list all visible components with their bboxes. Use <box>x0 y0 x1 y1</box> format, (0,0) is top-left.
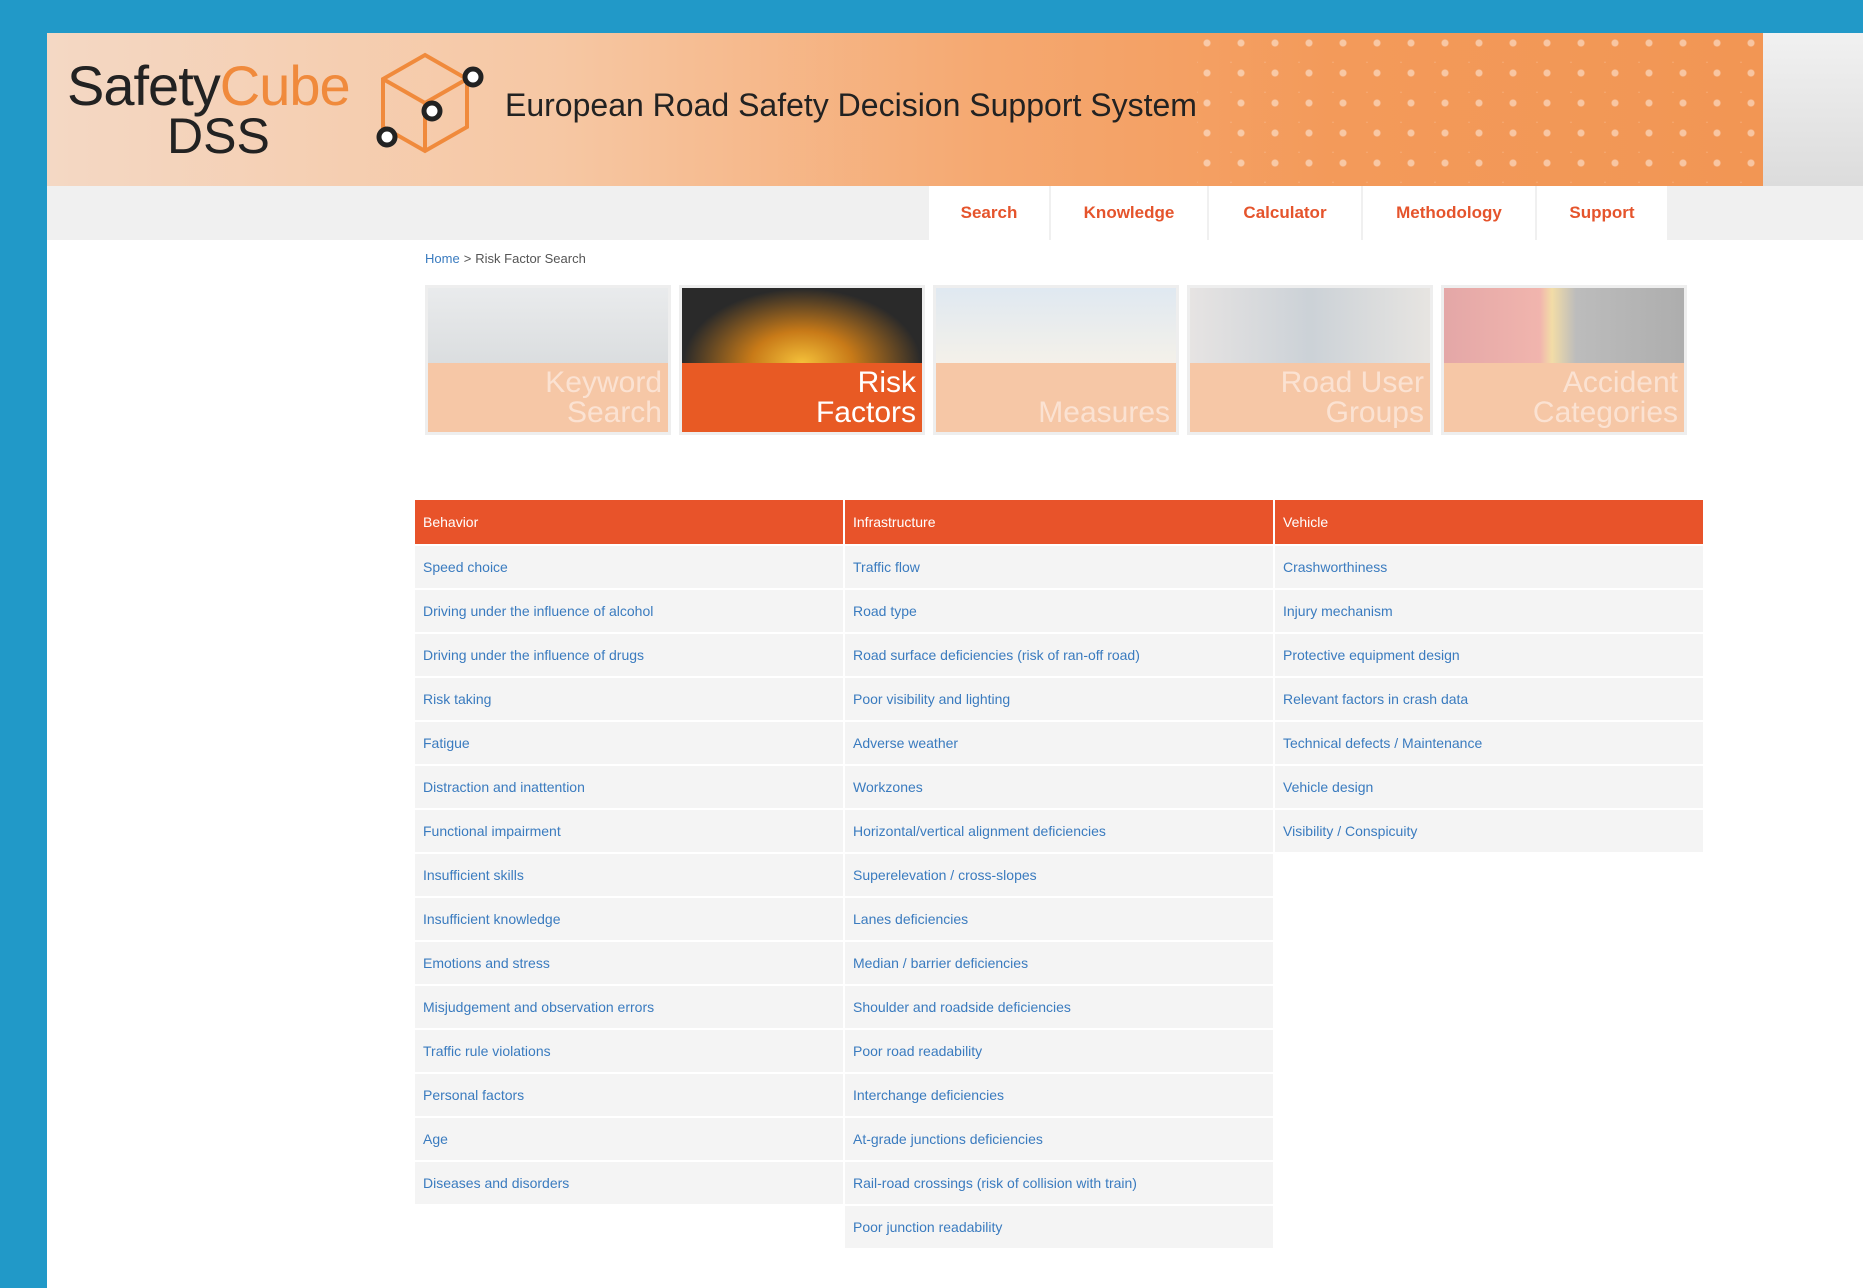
column-header: Behavior <box>415 500 843 544</box>
nav-bar: Search Knowledge Calculator Methodology … <box>47 186 1863 240</box>
nav-support[interactable]: Support <box>1537 186 1669 240</box>
risk-factor-link[interactable]: Technical defects / Maintenance <box>1275 720 1703 764</box>
tile-label-line1: Risk <box>857 366 916 399</box>
tile-road-user-groups[interactable]: Road User Groups <box>1187 285 1433 435</box>
table-column: Vehicle Crashworthiness Injury mechanism Pr… <box>1275 500 1703 1248</box>
cube-logo-icon <box>376 52 484 154</box>
breadcrumb-current: Risk Factor Search <box>475 251 586 266</box>
logo-word-dss: DSS <box>167 108 270 164</box>
tile-label-line2: Search <box>566 396 662 429</box>
nav-methodology[interactable]: Methodology <box>1363 186 1537 240</box>
chevron-right-icon: > <box>463 251 472 266</box>
risk-factor-link[interactable]: Driving under the influence of drugs <box>415 632 843 676</box>
tile-risk-factors[interactable]: Risk Factors <box>679 285 925 435</box>
site-title: European Road Safety Decision Support Sy… <box>505 87 1197 123</box>
risk-factor-link[interactable]: Interchange deficiencies <box>845 1072 1273 1116</box>
risk-factor-link[interactable]: Rail-road crossings (risk of collision w… <box>845 1160 1273 1204</box>
tile-label-line2: Factors <box>815 396 916 429</box>
header-banner: SafetyCube DSS European Road Safety Deci… <box>47 33 1763 186</box>
risk-factor-link[interactable]: At-grade junctions deficiencies <box>845 1116 1273 1160</box>
risk-factor-link[interactable]: Visibility / Conspicuity <box>1275 808 1703 852</box>
risk-factor-link[interactable]: Adverse weather <box>845 720 1273 764</box>
tile-keyword-search[interactable]: Keyword Search <box>425 285 671 435</box>
risk-factor-link[interactable]: Traffic flow <box>845 544 1273 588</box>
risk-factor-link[interactable]: Road type <box>845 588 1273 632</box>
category-tiles: Keyword Search Risk Factors Measures Roa… <box>425 285 1687 435</box>
road-user-groups-image <box>1190 288 1430 363</box>
tile-label-line1: Accident <box>1562 366 1678 399</box>
risk-factor-link[interactable]: Traffic rule violations <box>415 1028 843 1072</box>
safetycube-logo[interactable]: SafetyCube DSS <box>57 45 527 180</box>
risk-factor-link[interactable]: Protective equipment design <box>1275 632 1703 676</box>
risk-factor-link[interactable]: Vehicle design <box>1275 764 1703 808</box>
tile-accident-categories[interactable]: Accident Categories <box>1441 285 1687 435</box>
risk-factor-link[interactable]: Speed choice <box>415 544 843 588</box>
measures-image <box>936 288 1176 363</box>
table-column: Behavior Speed choice Driving under the in… <box>415 500 843 1248</box>
tile-label-line2: Categories <box>1532 396 1678 429</box>
risk-factor-link[interactable]: Insufficient skills <box>415 852 843 896</box>
tile-label-line2: Groups <box>1325 396 1424 429</box>
risk-factor-link[interactable]: Crashworthiness <box>1275 544 1703 588</box>
breadcrumb-home[interactable]: Home <box>425 251 460 266</box>
risk-factor-link[interactable]: Insufficient knowledge <box>415 896 843 940</box>
risk-factor-table: Behavior Speed choice Driving under the in… <box>415 500 1703 1248</box>
risk-factor-link[interactable]: Misjudgement and observation errors <box>415 984 843 1028</box>
tile-measures[interactable]: Measures <box>933 285 1179 435</box>
risk-factor-link[interactable]: Median / barrier deficiencies <box>845 940 1273 984</box>
banner-edge <box>1763 33 1863 186</box>
page: SafetyCube DSS European Road Safety Deci… <box>47 33 1863 1288</box>
risk-factor-link[interactable]: Injury mechanism <box>1275 588 1703 632</box>
tile-label-line1: Road User <box>1280 366 1424 399</box>
risk-factor-link[interactable]: Superelevation / cross-slopes <box>845 852 1273 896</box>
risk-factor-link[interactable]: Driving under the influence of alcohol <box>415 588 843 632</box>
risk-factor-link[interactable]: Personal factors <box>415 1072 843 1116</box>
risk-factor-link[interactable]: Relevant factors in crash data <box>1275 676 1703 720</box>
banner-pattern <box>1197 33 1763 186</box>
risk-factor-link[interactable]: Shoulder and roadside deficiencies <box>845 984 1273 1028</box>
risk-factor-link[interactable]: Age <box>415 1116 843 1160</box>
risk-factor-link[interactable]: Road surface deficiencies (risk of ran-o… <box>845 632 1273 676</box>
risk-factor-link[interactable]: Workzones <box>845 764 1273 808</box>
accident-categories-image <box>1444 288 1684 363</box>
column-header: Infrastructure <box>845 500 1273 544</box>
risk-factor-link[interactable]: Functional impairment <box>415 808 843 852</box>
risk-factor-link[interactable]: Risk taking <box>415 676 843 720</box>
breadcrumb: Home > Risk Factor Search <box>425 251 586 266</box>
risk-factor-link[interactable]: Poor junction readability <box>845 1204 1273 1248</box>
risk-factor-link[interactable]: Lanes deficiencies <box>845 896 1273 940</box>
risk-factor-link[interactable]: Poor visibility and lighting <box>845 676 1273 720</box>
risk-factor-link[interactable]: Horizontal/vertical alignment deficienci… <box>845 808 1273 852</box>
table-column: Infrastructure Traffic flow Road type Road … <box>845 500 1273 1248</box>
risk-factor-link[interactable]: Distraction and inattention <box>415 764 843 808</box>
tile-label-line2: Measures <box>1038 396 1170 429</box>
risk-factors-image <box>682 288 922 363</box>
main-nav: Search Knowledge Calculator Methodology … <box>929 186 1669 240</box>
risk-factor-link[interactable]: Emotions and stress <box>415 940 843 984</box>
keyword-search-image <box>428 288 668 363</box>
nav-calculator[interactable]: Calculator <box>1209 186 1363 240</box>
risk-factor-link[interactable]: Diseases and disorders <box>415 1160 843 1204</box>
nav-knowledge[interactable]: Knowledge <box>1051 186 1209 240</box>
risk-factor-link[interactable]: Fatigue <box>415 720 843 764</box>
nav-search[interactable]: Search <box>929 186 1051 240</box>
risk-factor-link[interactable]: Poor road readability <box>845 1028 1273 1072</box>
column-header: Vehicle <box>1275 500 1703 544</box>
tile-label-line1: Keyword <box>545 366 662 399</box>
